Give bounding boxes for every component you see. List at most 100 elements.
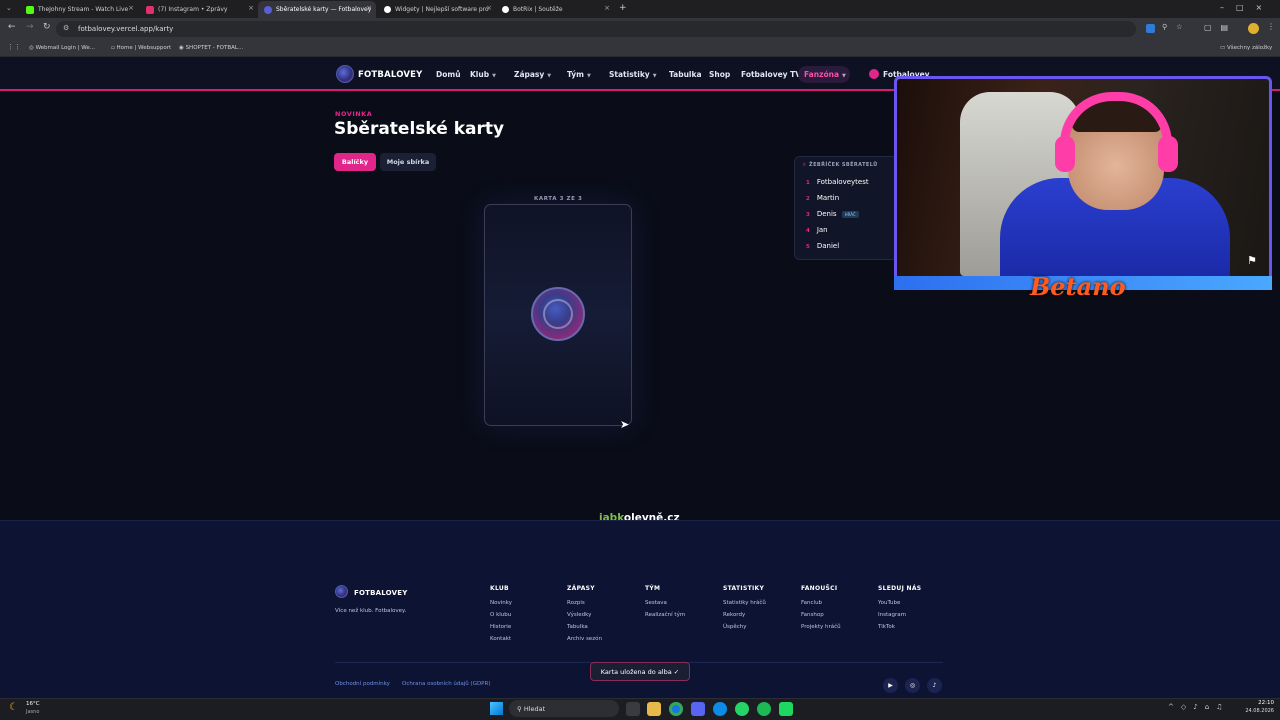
bookmark-webmail[interactable]: ◎ Webmail Login | We...	[29, 45, 95, 51]
footer-gdpr-link[interactable]: Ochrana osobních údajů (GDPR)	[402, 681, 490, 687]
footer-link[interactable]: TikTok	[878, 624, 895, 630]
kick-icon	[26, 5, 34, 14]
reload-icon[interactable]: ↻	[43, 22, 51, 32]
brand-name[interactable]: FOTBALOVEY	[358, 70, 423, 80]
footer-link[interactable]: Projekty hráčů	[801, 624, 841, 630]
nav-klub[interactable]: Klub ▼	[470, 70, 496, 79]
clock-time[interactable]: 22:10	[1248, 700, 1274, 706]
tab-botrix[interactable]: BotRix | Soutěže ×	[496, 1, 614, 18]
footer-link[interactable]: Statistiky hráčů	[723, 600, 766, 606]
task-view-icon[interactable]	[626, 702, 640, 716]
nav-label: Domů	[436, 70, 461, 79]
nav-statistiky[interactable]: Statistiky ▼	[609, 70, 657, 79]
discord-icon[interactable]	[691, 702, 705, 716]
all-bookmarks[interactable]: ▭ Všechny záložky	[1220, 45, 1272, 51]
nav-fotbalovey-tv[interactable]: Fotbalovey TV	[741, 70, 801, 79]
weather-desc[interactable]: Jasno	[26, 709, 39, 715]
footer-link[interactable]: Instagram	[878, 612, 906, 618]
taskbar-search[interactable]: ⚲ Hledat	[509, 700, 619, 717]
footer-link[interactable]: Novinky	[490, 600, 512, 606]
windows-start-icon[interactable]	[490, 702, 503, 715]
user-avatar[interactable]	[869, 69, 879, 79]
nav-shop[interactable]: Shop	[709, 70, 730, 79]
file-explorer-icon[interactable]	[647, 702, 661, 716]
footer-link[interactable]: Výsledky	[567, 612, 591, 618]
footer-link[interactable]: Archiv sezón	[567, 636, 602, 642]
tab-widgety[interactable]: Widgety | Nejlepší software pro ×	[378, 1, 496, 18]
footer-link[interactable]: Fanclub	[801, 600, 822, 606]
window-controls[interactable]: –□×	[1220, 3, 1274, 12]
nav-tabulka[interactable]: Tabulka	[669, 70, 702, 79]
footer-link[interactable]: Tabulka	[567, 624, 588, 630]
fotbalovey-icon	[264, 5, 272, 14]
footer-link[interactable]: Realizační tým	[645, 612, 685, 618]
weather-temp[interactable]: 16°C	[26, 701, 40, 707]
new-tab-button[interactable]: +	[619, 3, 627, 13]
forward-icon[interactable]: →	[26, 22, 34, 32]
tab-search-icon[interactable]: ⌄	[6, 4, 12, 12]
tab-close-icon[interactable]: ×	[128, 4, 134, 12]
tab-thejohny[interactable]: TheJohny Stream - Watch Live ×	[20, 1, 138, 18]
clock-date[interactable]: 24.08.2026	[1238, 708, 1274, 714]
instagram-icon[interactable]: ◎	[905, 678, 920, 693]
bookmark-websupport[interactable]: ▫ Home | Websupport	[111, 45, 171, 51]
extension-icons[interactable]: ▢▤	[1204, 23, 1237, 32]
apps-icon[interactable]: ⋮⋮	[7, 43, 21, 51]
leaderboard-row[interactable]: 5 Daniel	[806, 242, 839, 250]
footer-logo-icon[interactable]	[335, 585, 348, 598]
footer-link[interactable]: YouTube	[878, 600, 900, 606]
footer-link[interactable]: Kontakt	[490, 636, 511, 642]
footer-link[interactable]: O klubu	[490, 612, 511, 618]
whatsapp-icon[interactable]	[735, 702, 749, 716]
profile-avatar[interactable]	[1248, 23, 1259, 34]
tab-moje-sbirka[interactable]: Moje sbírka	[380, 153, 436, 171]
footer-heading-fanousci: FANOUŠCI	[801, 585, 838, 592]
weather-icon[interactable]: ☾	[9, 702, 18, 713]
back-icon[interactable]: ←	[8, 22, 16, 32]
footer-link[interactable]: Sestava	[645, 600, 667, 606]
footer-terms-link[interactable]: Obchodní podmínky	[335, 681, 390, 687]
leaderboard-title-text: ŽEBŘÍČEK SBĚRATELŮ	[809, 162, 878, 168]
rank: 1	[806, 180, 810, 186]
menu-icon[interactable]: ⋮	[1267, 22, 1275, 31]
footer-link[interactable]: Úspěchy	[723, 624, 747, 630]
tab-close-icon[interactable]: ×	[486, 4, 492, 12]
tab-close-icon[interactable]: ×	[366, 4, 372, 12]
system-tray-icons[interactable]: ^◇♪⌂♫	[1168, 703, 1229, 711]
leaderboard-title: ♕ ŽEBŘÍČEK SBĚRATELŮ	[802, 162, 878, 168]
nav-tym[interactable]: Tým ▼	[567, 70, 591, 79]
footer-link[interactable]: Rozpis	[567, 600, 585, 606]
spotify-icon[interactable]	[757, 702, 771, 716]
player-name: Daniel	[816, 242, 840, 250]
player-name: Denis	[816, 210, 837, 218]
footer-link[interactable]: Fanshop	[801, 612, 824, 618]
tab-close-icon[interactable]: ×	[248, 4, 254, 12]
nav-domu[interactable]: Domů	[436, 70, 461, 79]
edge-icon[interactable]	[713, 702, 727, 716]
leaderboard-row[interactable]: 4 Jan	[806, 226, 828, 234]
bookmark-label: Home | Websupport	[116, 45, 172, 51]
leaderboard-row[interactable]: 3 Denis HRÁČ	[806, 210, 859, 218]
bookmark-shoptet[interactable]: ◉ SHOPTET - FOTBAL...	[179, 45, 243, 51]
toolbar-icons[interactable]: ⚲☆	[1162, 23, 1191, 31]
app-icon[interactable]	[779, 702, 793, 716]
tab-instagram[interactable]: (7) Instagram • Zprávy ×	[140, 1, 258, 18]
leaderboard-row[interactable]: 2 Martin	[806, 194, 839, 202]
youtube-icon[interactable]: ▶	[883, 678, 898, 693]
footer-link[interactable]: Rekordy	[723, 612, 745, 618]
extension-icon[interactable]	[1146, 24, 1155, 33]
tab-balicky[interactable]: Balíčky	[334, 153, 376, 171]
fotbalovey-logo-icon[interactable]	[336, 65, 354, 83]
site-info-icon[interactable]: ⚙	[63, 24, 69, 32]
chrome-icon[interactable]	[669, 702, 683, 716]
bookmark-label: SHOPTET - FOTBAL...	[185, 45, 244, 51]
footer-link[interactable]: Historie	[490, 624, 511, 630]
leaderboard-row[interactable]: 1 Fotbaloveytest	[806, 178, 869, 186]
search-icon: ⚲	[517, 704, 524, 713]
nav-fanzona[interactable]: Fanzóna ▼	[804, 70, 846, 79]
tab-close-icon[interactable]: ×	[604, 4, 610, 12]
address-bar[interactable]: fotbalovey.vercel.app/karty	[56, 21, 1136, 37]
tab-karty[interactable]: Sběratelské karty — Fotbalovey ×	[258, 1, 376, 18]
tiktok-icon[interactable]: ♪	[927, 678, 942, 693]
nav-zapasy[interactable]: Zápasy ▼	[514, 70, 551, 79]
